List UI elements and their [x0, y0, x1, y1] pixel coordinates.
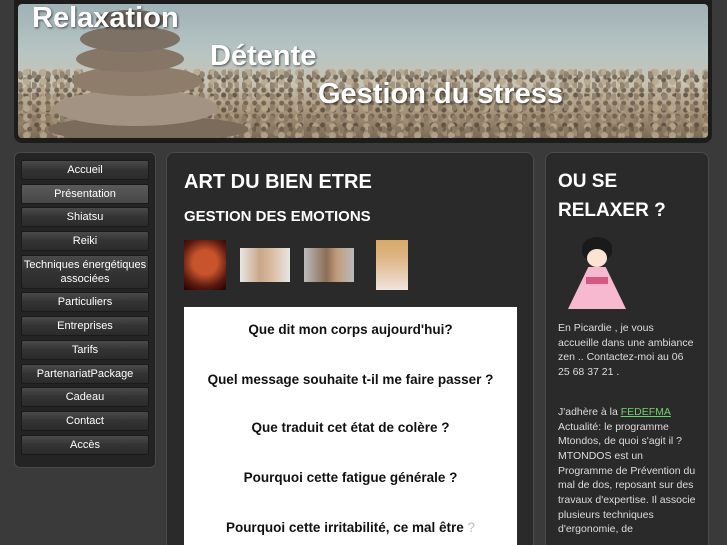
question-4: Pourquoi cette fatigue générale ? [243, 470, 458, 485]
emotion-images [184, 240, 523, 292]
nav-item-cadeau[interactable]: Cadeau [21, 387, 149, 408]
question-5-mark: ? [467, 520, 476, 535]
question-5-text: Pourquoi cette irritabilité, ce mal être [225, 520, 464, 535]
page-title: ART DU BIEN ETRE [184, 171, 372, 193]
question-1: Que dit mon corps aujourd'hui? [248, 322, 453, 337]
geisha-head [587, 249, 607, 267]
question-2: Quel message souhaite t-il me faire pass… [207, 372, 494, 387]
fedefma-link[interactable]: FEDEFMA [621, 406, 671, 418]
header-banner-image: Relaxation Détente Gestion du stress [18, 4, 708, 138]
nav-item-presentation[interactable]: Présentation [21, 183, 149, 204]
question-3: Que traduit cet état de colère ? [251, 420, 450, 435]
nav-item-entreprises[interactable]: Entreprises [21, 316, 149, 337]
nav-item-techniques[interactable]: Techniques énergétiques associées [21, 254, 149, 289]
main-navigation: Accueil Présentation Shiatsu Reiki Techn… [14, 152, 156, 468]
sidebar-title: OU SE RELAXER ? [558, 167, 696, 225]
geisha-image [562, 237, 632, 309]
geisha-obi [586, 277, 608, 284]
nav-item-contact[interactable]: Contact [21, 410, 149, 431]
sidebar-title-line1: OU SE [558, 171, 618, 192]
adhere-body: Actualité: le programme Mtondos, de quoi… [558, 420, 696, 536]
angry-man-image [240, 248, 290, 282]
banner-title-stress: Gestion du stress [318, 78, 563, 110]
banner-title-relaxation: Relaxation [32, 4, 179, 34]
nav-item-acces[interactable]: Accès [21, 434, 149, 455]
sidebar-right: OU SE RELAXER ? En Picardie , je vous ac… [545, 152, 709, 545]
sidebar-title-line2: RELAXER ? [558, 200, 666, 221]
nav-item-accueil[interactable]: Accueil [21, 160, 149, 180]
nav-item-shiatsu[interactable]: Shiatsu [21, 207, 149, 228]
question-5: Pourquoi cette irritabilité, ce mal être… [184, 520, 517, 535]
page-subtitle: GESTION DES EMOTIONS [184, 208, 371, 225]
sidebar-intro-text: En Picardie , je vous accueille dans une… [558, 322, 694, 379]
nav-item-reiki[interactable]: Reiki [21, 231, 149, 252]
tired-woman-image [304, 248, 354, 282]
main-content: ART DU BIEN ETRE GESTION DES EMOTIONS Qu… [166, 152, 534, 545]
sidebar-adhere-text: J'adhère à la FEDEFMA Actualité: le prog… [558, 405, 696, 537]
header: Relaxation Détente Gestion du stress [14, 0, 712, 143]
nav-item-particuliers[interactable]: Particuliers [21, 292, 149, 313]
sad-woman-image [376, 240, 408, 290]
banner-title-detente: Détente [210, 40, 317, 72]
nav-item-tarifs[interactable]: Tarifs [21, 339, 149, 360]
angry-mask-image [184, 240, 226, 290]
nav-item-partenariat[interactable]: PartenariatPackage [21, 363, 149, 384]
questions-panel: Que dit mon corps aujourd'hui? Quel mess… [184, 307, 517, 545]
adhere-prefix: J'adhère à la [558, 405, 621, 418]
geisha-kimono [568, 267, 626, 309]
